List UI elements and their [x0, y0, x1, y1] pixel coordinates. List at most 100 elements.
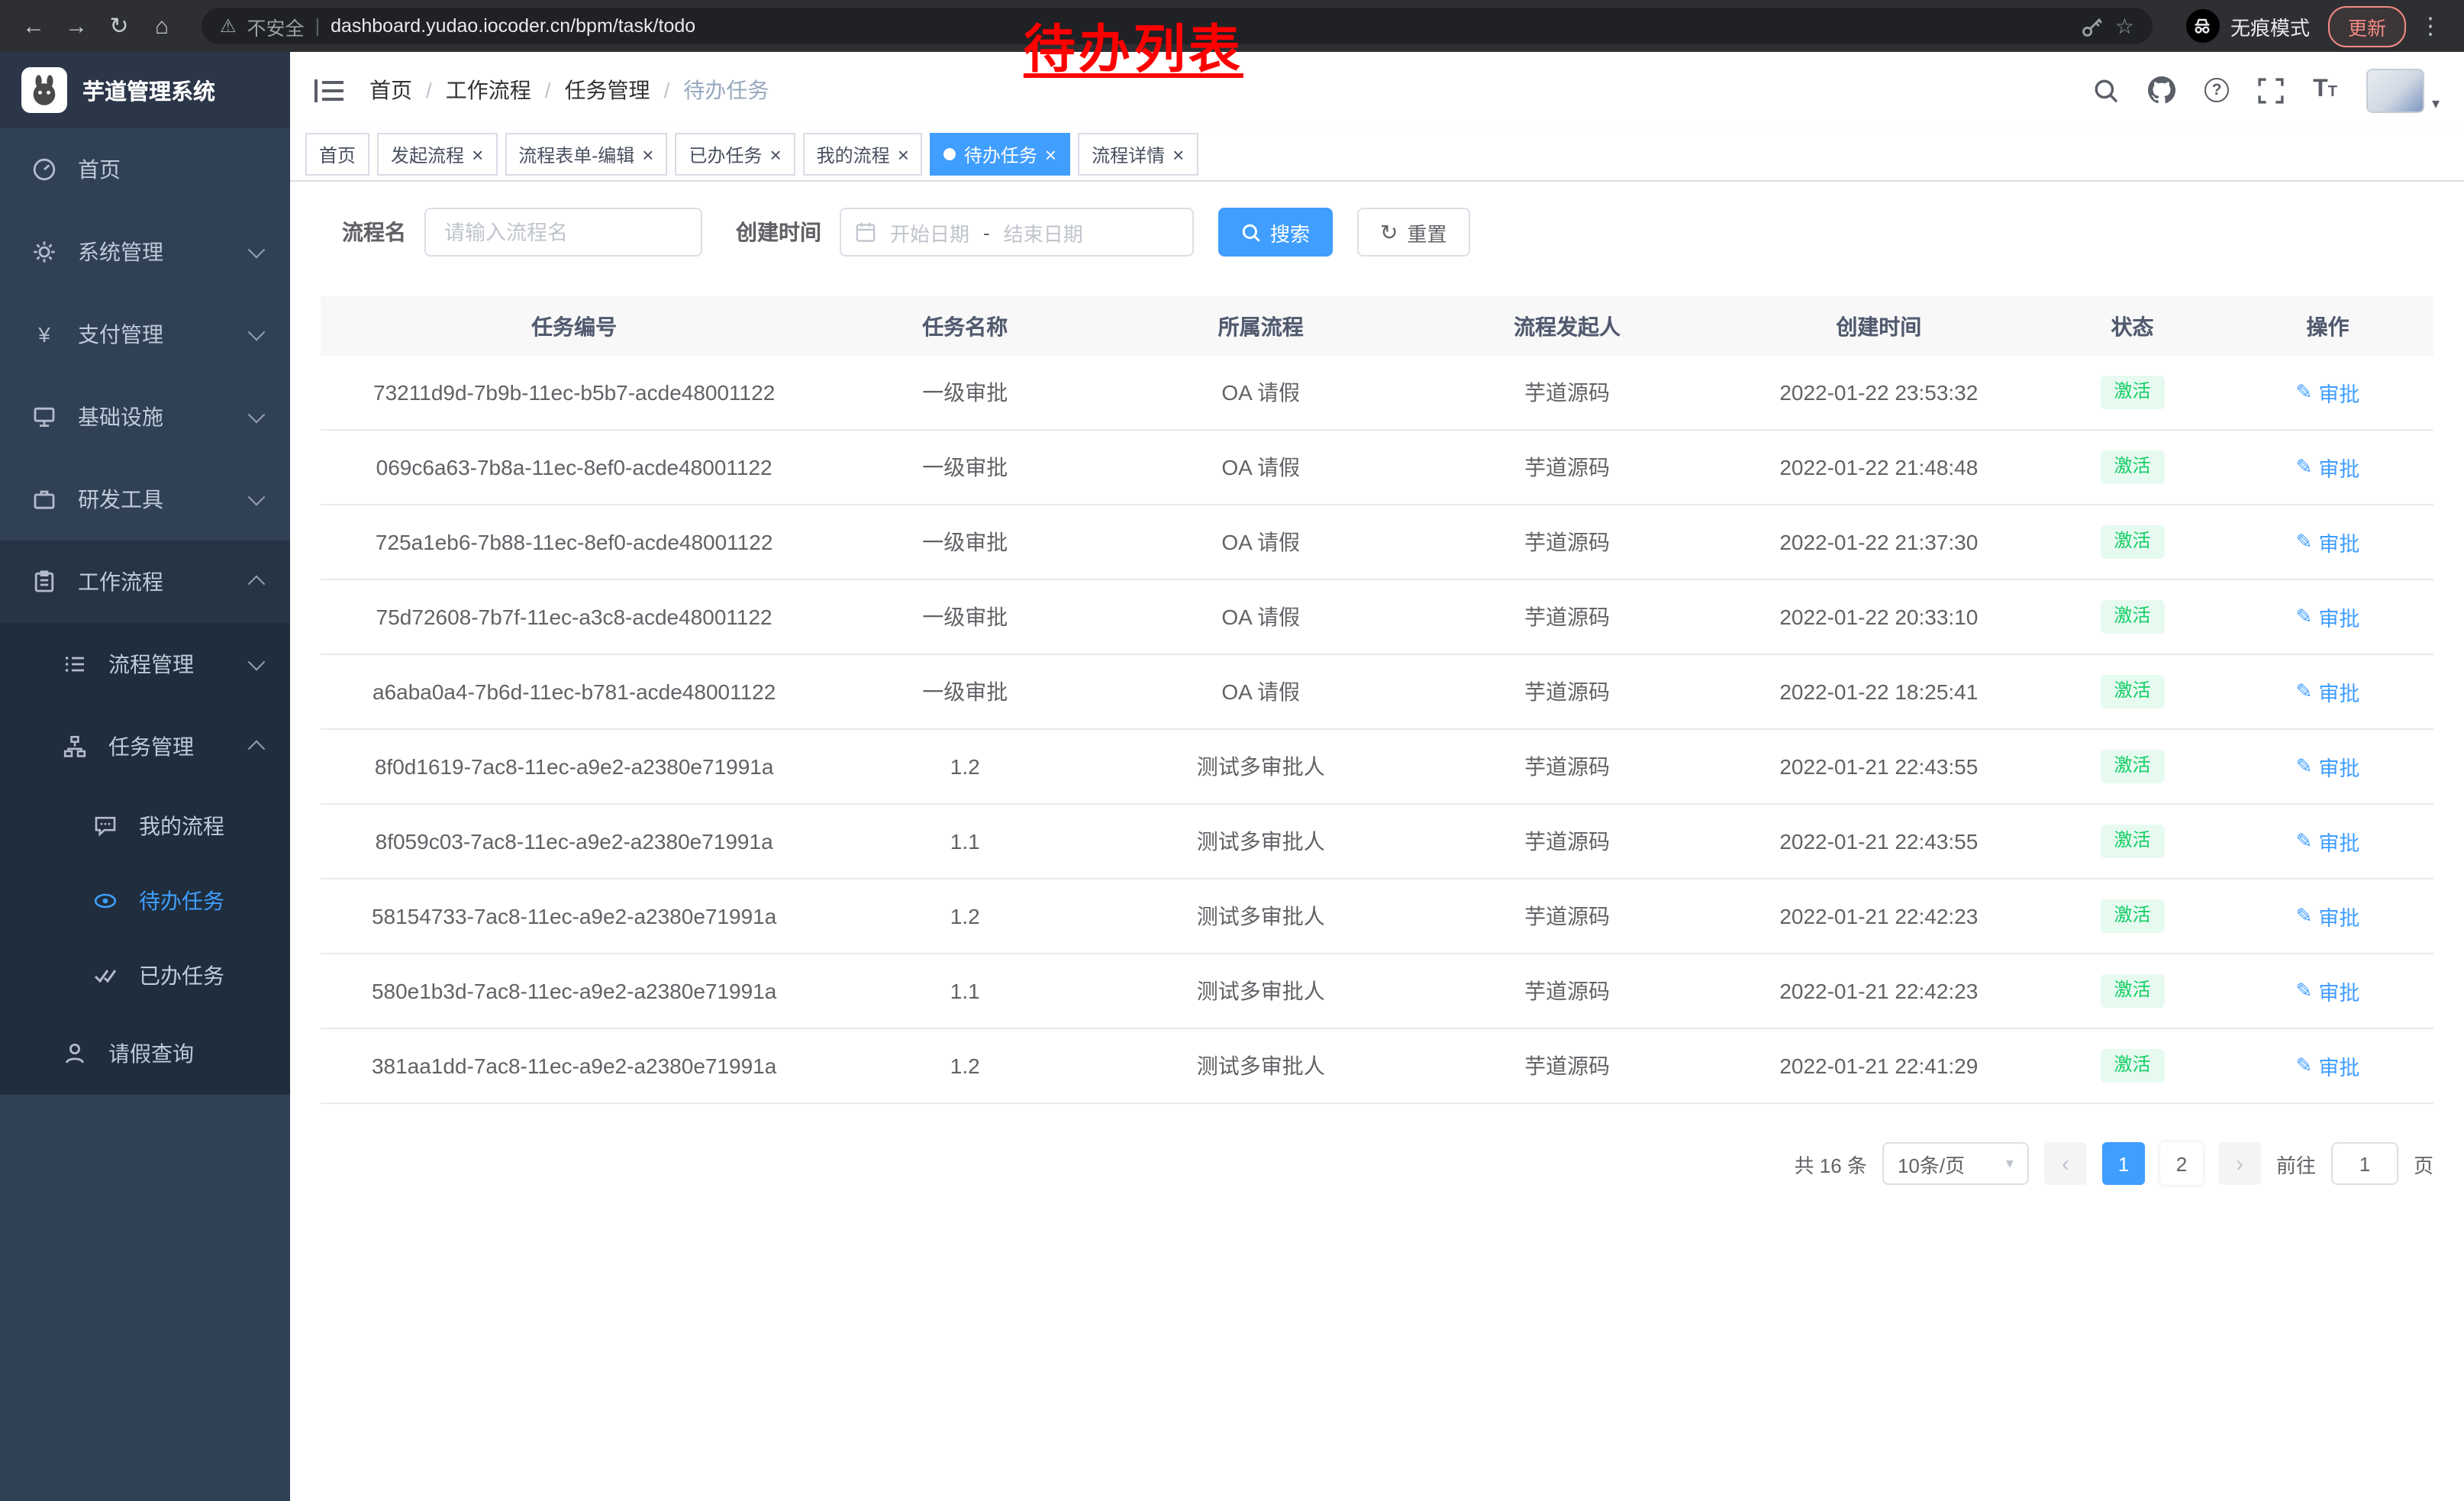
github-icon[interactable] — [2148, 76, 2175, 104]
breadcrumb-separator: / — [426, 78, 432, 102]
breadcrumb-item[interactable]: 首页 — [369, 75, 412, 105]
actions-cell: ✎ 审批 — [2222, 505, 2433, 579]
approve-link[interactable]: ✎ 审批 — [2296, 826, 2360, 857]
sidebar-item-infrastructure[interactable]: 基础设施 — [0, 376, 290, 458]
next-page-button[interactable]: › — [2218, 1142, 2261, 1185]
tab-todo-task[interactable]: 待办任务 × — [930, 133, 1070, 176]
update-button[interactable]: 更新 — [2328, 5, 2406, 47]
sidebar-toggle-icon[interactable] — [314, 77, 343, 103]
sidebar-item-todo-task[interactable]: 待办任务 — [0, 863, 290, 938]
status-cell: 激活 — [2043, 579, 2222, 654]
sidebar-item-payment[interactable]: ¥ 支付管理 — [0, 293, 290, 376]
user-avatar[interactable]: ▾ — [2366, 68, 2440, 112]
goto-page-input[interactable] — [2331, 1142, 2398, 1185]
chat-icon — [92, 813, 119, 838]
tab-label: 流程表单-编辑 — [518, 141, 634, 167]
tab-label: 流程详情 — [1092, 141, 1165, 167]
create-time-cell: 2022-01-21 22:43:55 — [1715, 729, 2043, 804]
breadcrumb-item[interactable]: 工作流程 — [446, 75, 531, 105]
sidebar-item-task-mgmt[interactable]: 任务管理 — [0, 705, 290, 788]
tab-done-task[interactable]: 已办任务 × — [675, 133, 795, 176]
approve-link[interactable]: ✎ 审批 — [2296, 377, 2360, 408]
actions-cell: ✎ 审批 — [2222, 729, 2433, 804]
status-badge: 激活 — [2100, 675, 2164, 708]
tab-label: 待办任务 — [964, 141, 1037, 167]
approve-link[interactable]: ✎ 审批 — [2296, 1051, 2360, 1081]
star-icon[interactable]: ☆ — [2115, 13, 2134, 39]
approve-link-label: 审批 — [2318, 826, 2359, 857]
page-button-2[interactable]: 2 — [2160, 1142, 2203, 1185]
avatar-image — [2366, 68, 2424, 112]
tab-start-process[interactable]: 发起流程 × — [377, 133, 497, 176]
browser-menu-icon[interactable]: ⋮ — [2412, 8, 2449, 44]
not-secure-icon: ⚠ — [220, 15, 237, 37]
search-button[interactable]: 搜索 — [1218, 208, 1333, 257]
approve-link[interactable]: ✎ 审批 — [2296, 452, 2360, 483]
approve-link-label: 审批 — [2318, 1051, 2359, 1081]
create-time-cell: 2022-01-22 20:33:10 — [1715, 579, 2043, 654]
close-icon[interactable]: × — [769, 144, 781, 164]
close-icon[interactable]: × — [1172, 144, 1184, 164]
initiator-cell: 芋道源码 — [1419, 729, 1715, 804]
actions-cell: ✎ 审批 — [2222, 579, 2433, 654]
close-icon[interactable]: × — [472, 144, 483, 164]
sidebar-item-devtools[interactable]: 研发工具 — [0, 458, 290, 541]
create-time-cell: 2022-01-21 22:41:29 — [1715, 1028, 2043, 1103]
approve-link[interactable]: ✎ 审批 — [2296, 676, 2360, 707]
fullscreen-icon[interactable] — [2258, 77, 2284, 103]
date-range-picker[interactable]: 开始日期 - 结束日期 — [840, 208, 1194, 257]
home-icon[interactable]: ⌂ — [144, 8, 180, 44]
table-row: 73211d9d-7b9b-11ec-b5b7-acde48001122 一级审… — [321, 356, 2433, 430]
sidebar-item-my-process[interactable]: 我的流程 — [0, 788, 290, 863]
process-name-input[interactable] — [424, 208, 702, 257]
help-icon[interactable]: ? — [2204, 78, 2229, 102]
approve-link[interactable]: ✎ 审批 — [2296, 602, 2360, 632]
close-icon[interactable]: × — [898, 144, 909, 164]
sidebar-item-leave-query[interactable]: 请假查询 — [0, 1012, 290, 1095]
chevron-down-icon — [248, 489, 266, 506]
sidebar-item-home[interactable]: 首页 — [0, 128, 290, 211]
app-logo-row[interactable]: 芋道管理系统 — [0, 52, 290, 128]
sidebar-item-label: 支付管理 — [78, 319, 250, 350]
font-size-icon[interactable]: TT — [2313, 78, 2337, 102]
table-row: 8f059c03-7ac8-11ec-a9e2-a2380e71991a 1.1… — [321, 804, 2433, 879]
back-icon[interactable]: ← — [15, 8, 52, 44]
approve-link[interactable]: ✎ 审批 — [2296, 527, 2360, 557]
sidebar-item-workflow[interactable]: 工作流程 — [0, 541, 290, 623]
close-icon[interactable]: × — [642, 144, 653, 164]
sidebar-item-system[interactable]: 系统管理 — [0, 211, 290, 293]
prev-page-button[interactable]: ‹ — [2044, 1142, 2087, 1185]
key-icon[interactable] — [2082, 15, 2104, 37]
active-dot — [944, 148, 956, 160]
search-icon[interactable] — [2093, 77, 2119, 103]
create-time-cell: 2022-01-22 21:48:48 — [1715, 430, 2043, 505]
tab-process-detail[interactable]: 流程详情 × — [1078, 133, 1198, 176]
double-check-icon — [92, 963, 119, 987]
actions-cell: ✎ 审批 — [2222, 654, 2433, 729]
task-id-cell: 069c6a63-7b8a-11ec-8ef0-acde48001122 — [321, 430, 827, 505]
approve-link[interactable]: ✎ 审批 — [2296, 976, 2360, 1006]
create-time-cell: 2022-01-21 22:42:23 — [1715, 879, 2043, 954]
tab-home[interactable]: 首页 — [305, 133, 369, 176]
tab-form-edit[interactable]: 流程表单-编辑 × — [505, 133, 667, 176]
forward-icon[interactable]: → — [58, 8, 95, 44]
page-button-1[interactable]: 1 — [2102, 1142, 2145, 1185]
process-cell: OA 请假 — [1102, 505, 1419, 579]
goto-label: 前往 — [2276, 1149, 2316, 1178]
sidebar-item-label: 基础设施 — [78, 402, 250, 432]
reload-icon[interactable]: ↻ — [101, 8, 137, 44]
approve-link[interactable]: ✎ 审批 — [2296, 751, 2360, 782]
reset-button[interactable]: ↻ 重置 — [1357, 208, 1470, 257]
status-cell: 激活 — [2043, 654, 2222, 729]
page-size-select[interactable]: 10条/页 ▾ — [1882, 1142, 2029, 1185]
column-header-status: 状态 — [2043, 296, 2222, 356]
sidebar-item-label: 研发工具 — [78, 484, 250, 515]
breadcrumb-item[interactable]: 任务管理 — [565, 75, 650, 105]
sidebar-item-process-mgmt[interactable]: 流程管理 — [0, 623, 290, 705]
approve-link[interactable]: ✎ 审批 — [2296, 901, 2360, 931]
url-bar[interactable]: ⚠ 不安全 | dashboard.yudao.iocoder.cn/bpm/t… — [202, 8, 2153, 44]
tab-my-process[interactable]: 我的流程 × — [803, 133, 923, 176]
close-icon[interactable]: × — [1045, 144, 1056, 164]
sidebar-item-done-task[interactable]: 已办任务 — [0, 938, 290, 1012]
task-name-cell: 1.2 — [827, 729, 1102, 804]
